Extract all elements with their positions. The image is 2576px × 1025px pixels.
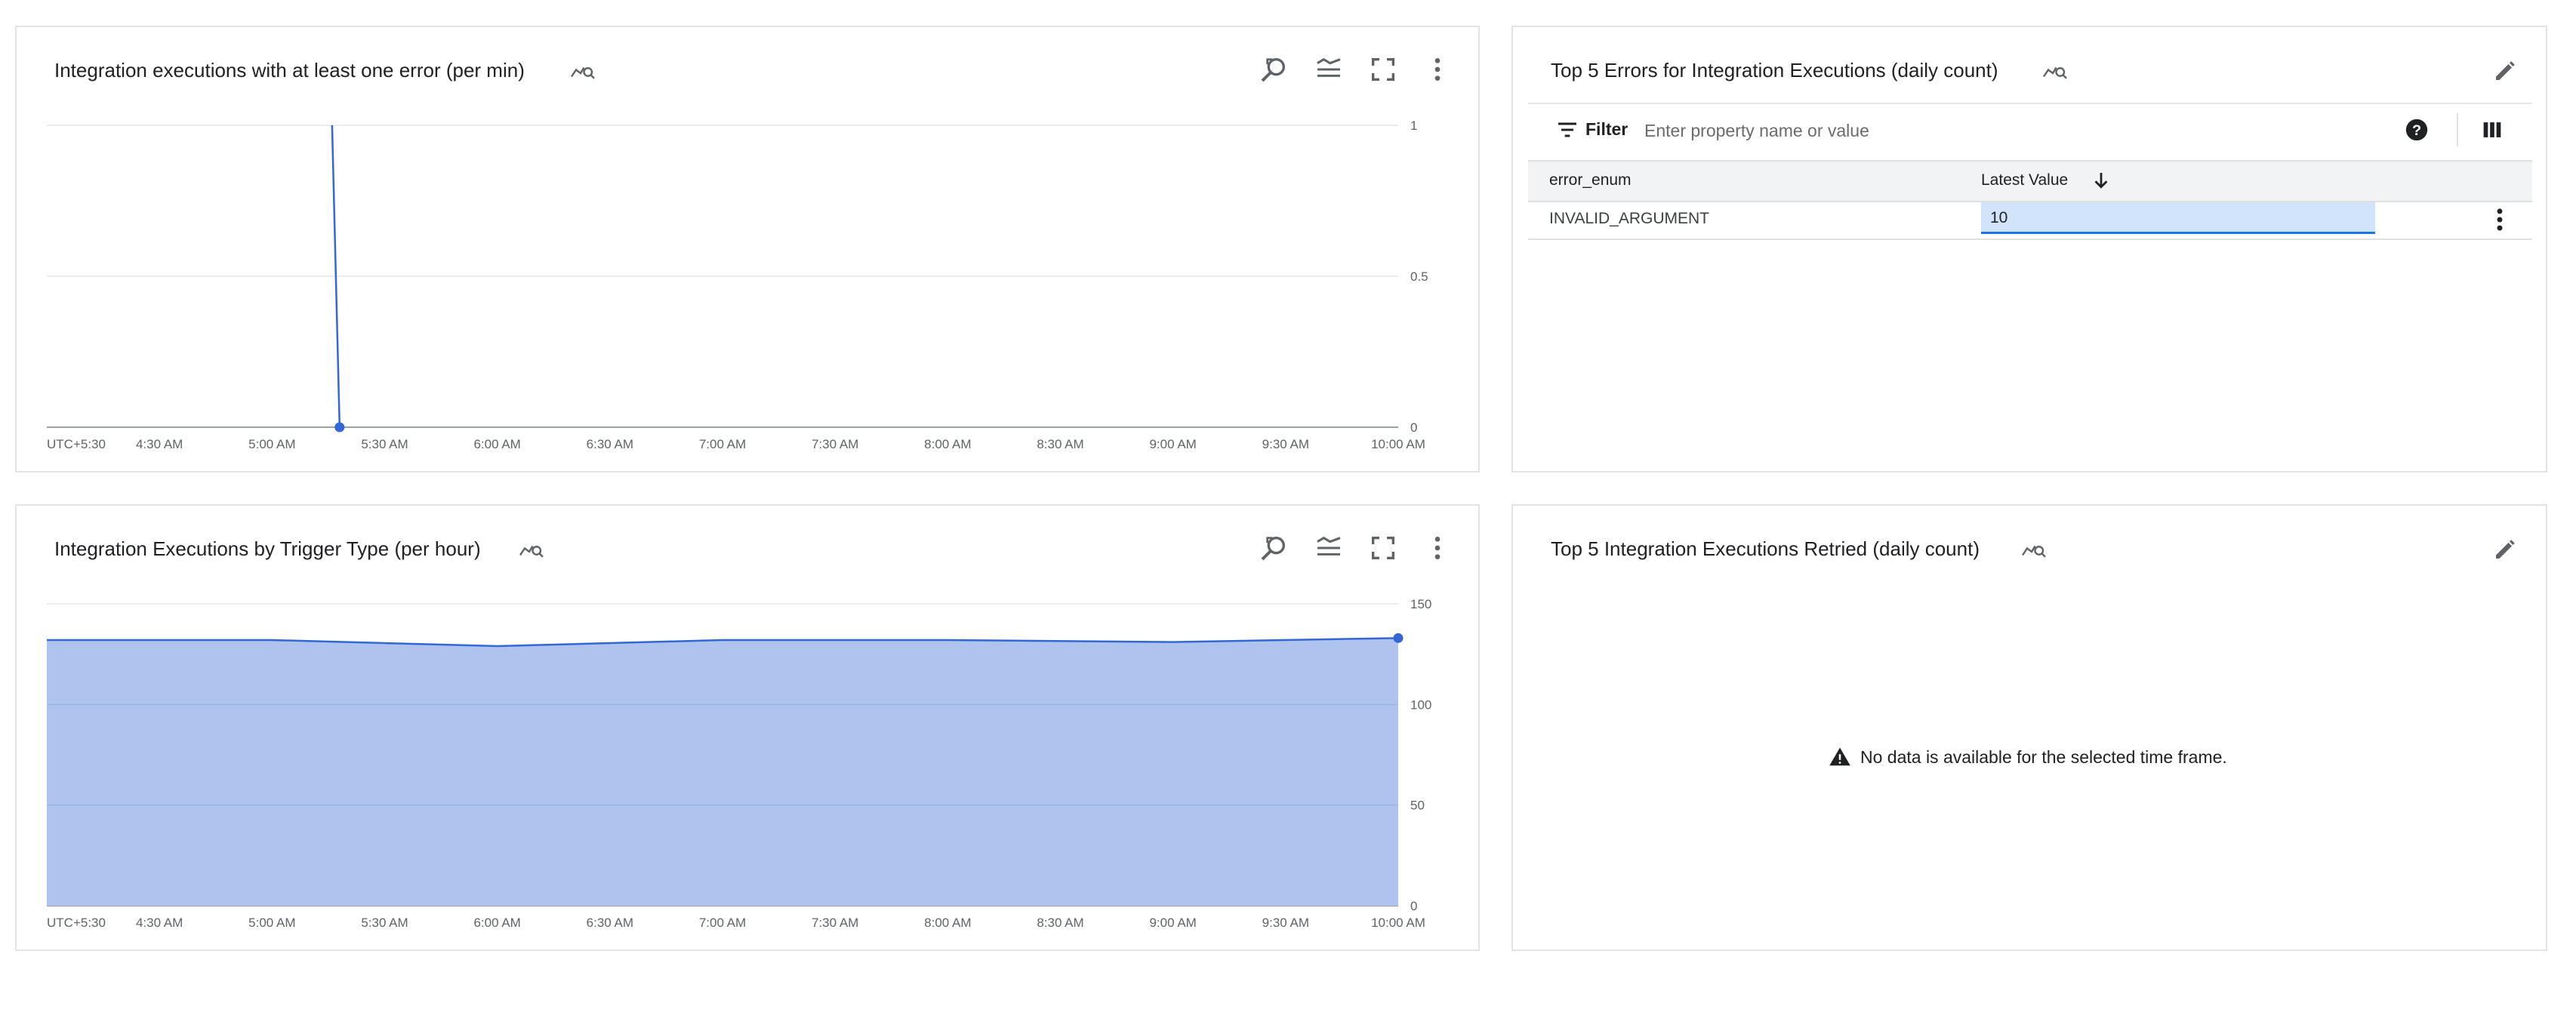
trigger-area-chart: 150 100 50 0 UTC+5:30 4:30 AM 5:00 AM 5:30 AM 6:… <box>47 597 1431 930</box>
y-tick-label: 0.5 <box>1410 269 1428 284</box>
x-tick-label: UTC+5:30 <box>47 916 106 930</box>
svg-text:?: ? <box>2412 122 2421 139</box>
x-tick-label: 6:30 AM <box>587 916 633 930</box>
toolbar-separator <box>2457 113 2458 146</box>
x-tick-label: 4:30 AM <box>136 437 183 451</box>
x-tick-label: 9:00 AM <box>1149 916 1196 930</box>
query-stats-icon[interactable] <box>2041 57 2069 85</box>
top-errors-card: Top 5 Errors for Integration Executions … <box>1511 26 2547 472</box>
y-tick-label: 100 <box>1410 697 1431 712</box>
top-retried-card: Top 5 Integration Executions Retried (da… <box>1511 504 2547 951</box>
top-errors-title: Top 5 Errors for Integration Executions … <box>1551 59 1998 82</box>
errors-chart-card: Integration executions with at least one… <box>15 26 1480 472</box>
cell-error-enum: INVALID_ARGUMENT <box>1549 210 1709 227</box>
query-stats-icon[interactable] <box>2020 536 2048 563</box>
y-tick-label: 0 <box>1410 899 1417 913</box>
filter-label[interactable]: Filter <box>1585 119 1628 140</box>
top-retried-title: Top 5 Integration Executions Retried (da… <box>1551 537 1980 560</box>
x-tick-label: 5:30 AM <box>361 437 408 451</box>
x-tick-label: 7:00 AM <box>699 437 746 451</box>
x-tick-label: 4:30 AM <box>136 916 183 930</box>
errors-line-chart: 1 0.5 0 UTC+5:30 4:30 AM 5:00 AM 5:30 AM 6:00 A… <box>47 119 1428 451</box>
column-selector-icon[interactable] <box>2479 117 2505 143</box>
x-tick-label: 7:00 AM <box>699 916 746 930</box>
data-point <box>1393 633 1404 643</box>
help-icon[interactable]: ? <box>2404 117 2430 143</box>
x-tick-label: 8:00 AM <box>924 916 971 930</box>
x-tick-label: UTC+5:30 <box>47 437 106 451</box>
x-tick-label: 6:00 AM <box>473 437 520 451</box>
x-tick-label: 5:30 AM <box>361 916 408 930</box>
edit-icon[interactable] <box>2491 536 2519 563</box>
data-point <box>334 422 345 432</box>
filter-icon <box>1558 122 1576 137</box>
x-tick-label: 7:30 AM <box>812 916 858 930</box>
x-tick-label: 9:30 AM <box>1262 916 1309 930</box>
x-tick-label: 8:30 AM <box>1037 437 1083 451</box>
arrow-downward-icon[interactable] <box>2090 169 2112 192</box>
column-header-latest-value[interactable]: Latest Value <box>1981 171 2068 189</box>
y-tick-label: 1 <box>1410 119 1417 133</box>
warning-icon <box>1829 747 1850 766</box>
toolbar-divider <box>1528 103 2532 104</box>
x-tick-label: 5:00 AM <box>248 437 295 451</box>
empty-state-message: No data is available for the selected ti… <box>1860 747 2227 767</box>
x-tick-label: 6:00 AM <box>473 916 520 930</box>
trigger-chart-card: Integration Executions by Trigger Type (… <box>15 504 1480 951</box>
row-divider <box>1528 239 2532 240</box>
x-tick-label: 9:30 AM <box>1262 437 1309 451</box>
column-header-error-enum[interactable]: error_enum <box>1549 171 1632 189</box>
series-area <box>47 638 1398 906</box>
x-tick-label: 9:00 AM <box>1149 437 1196 451</box>
y-tick-label: 0 <box>1410 420 1417 435</box>
x-tick-label: 6:30 AM <box>587 437 633 451</box>
y-tick-label: 50 <box>1410 799 1425 813</box>
x-tick-label: 10:00 AM <box>1371 916 1425 930</box>
y-tick-label: 150 <box>1410 597 1431 611</box>
cell-latest-value-highlight <box>1981 202 2375 234</box>
table-header: error_enum Latest Value <box>1528 160 2532 202</box>
x-tick-label: 5:00 AM <box>248 916 295 930</box>
table-row[interactable]: INVALID_ARGUMENT 10 <box>1528 199 2532 239</box>
cell-latest-value: 10 <box>1990 209 2008 226</box>
more-vert-icon[interactable] <box>2485 205 2514 234</box>
x-tick-label: 10:00 AM <box>1371 437 1425 451</box>
x-tick-label: 8:00 AM <box>924 437 971 451</box>
filter-input[interactable] <box>1643 116 2325 145</box>
x-tick-label: 8:30 AM <box>1037 916 1083 930</box>
x-tick-label: 7:30 AM <box>812 437 858 451</box>
edit-icon[interactable] <box>2491 57 2519 85</box>
